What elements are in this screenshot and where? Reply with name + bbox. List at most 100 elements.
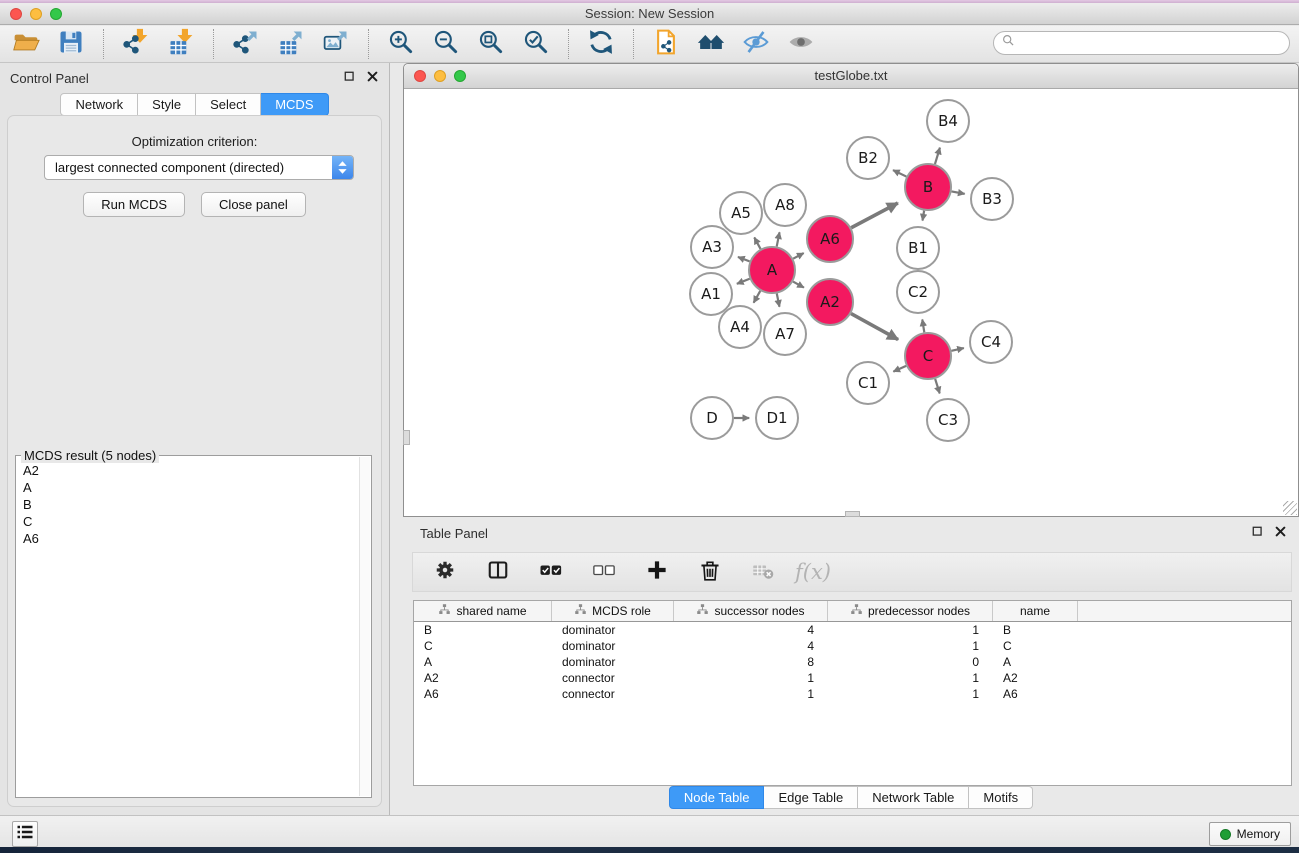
cell-predecessor-nodes[interactable]: 1 — [828, 622, 993, 638]
cell-successor-nodes[interactable]: 1 — [674, 686, 828, 702]
graph-node-A1[interactable]: A1 — [690, 273, 732, 315]
zoom-fit-button[interactable] — [475, 28, 507, 60]
float-panel-icon[interactable] — [343, 70, 356, 88]
cell-name[interactable]: A6 — [993, 686, 1078, 702]
close-panel-button[interactable]: Close panel — [201, 192, 306, 217]
edge-A-A1[interactable] — [737, 279, 750, 284]
open-file-button[interactable] — [10, 28, 42, 60]
cell-predecessor-nodes[interactable]: 1 — [828, 638, 993, 654]
result-item[interactable]: A6 — [17, 530, 358, 547]
graph-node-B1[interactable]: B1 — [897, 227, 939, 269]
cell-MCDS-role[interactable]: dominator — [552, 654, 674, 670]
graph-node-A4[interactable]: A4 — [719, 306, 761, 348]
edge-B-B2[interactable] — [893, 170, 906, 176]
tab-node-table[interactable]: Node Table — [669, 786, 765, 809]
graph-node-A8[interactable]: A8 — [764, 184, 806, 226]
left-splitter-handle[interactable] — [403, 430, 410, 445]
edge-A-A6[interactable] — [793, 253, 804, 259]
edge-C-C2[interactable] — [922, 319, 924, 332]
cell-predecessor-nodes[interactable]: 1 — [828, 670, 993, 686]
result-item[interactable]: A2 — [17, 462, 358, 479]
optimization-criterion-select[interactable]: largest connected component (directed) — [44, 155, 354, 180]
cell-MCDS-role[interactable]: dominator — [552, 622, 674, 638]
network-close-button[interactable] — [414, 70, 426, 82]
edge-B-B3[interactable] — [952, 191, 965, 193]
column-header-shared-name[interactable]: shared name — [414, 601, 552, 621]
column-header-MCDS-role[interactable]: MCDS role — [552, 601, 674, 621]
edge-C-C1[interactable] — [893, 366, 906, 372]
tab-network[interactable]: Network — [60, 93, 138, 116]
tab-select[interactable]: Select — [196, 93, 261, 116]
result-item[interactable]: A — [17, 479, 358, 496]
edge-A2-C[interactable] — [851, 314, 898, 340]
hide-panels-button[interactable] — [740, 28, 772, 60]
close-window-button[interactable] — [10, 8, 22, 20]
column-view-button[interactable] — [483, 557, 513, 587]
tab-mcds[interactable]: MCDS — [261, 93, 328, 116]
graph-node-A5[interactable]: A5 — [720, 192, 762, 234]
graph-node-A7[interactable]: A7 — [764, 313, 806, 355]
cell-shared-name[interactable]: A2 — [414, 670, 552, 686]
table-row[interactable]: A2connector11A2 — [414, 670, 1291, 686]
close-table-panel-icon[interactable] — [1274, 525, 1287, 543]
export-table-button[interactable] — [275, 28, 307, 60]
edge-A-A8[interactable] — [777, 232, 780, 246]
edge-B-B4[interactable] — [935, 148, 940, 164]
cell-MCDS-role[interactable]: connector — [552, 686, 674, 702]
cell-name[interactable]: A2 — [993, 670, 1078, 686]
edge-A6-B[interactable] — [851, 203, 898, 228]
graph-node-D1[interactable]: D1 — [756, 397, 798, 439]
minimize-window-button[interactable] — [30, 8, 42, 20]
network-graph-canvas[interactable]: B4B2BB3A5A8A6A3B1AC2A1A2A4A7C4CC1DD1C3 — [404, 89, 1298, 516]
graph-node-C2[interactable]: C2 — [897, 271, 939, 313]
edge-A-A7[interactable] — [777, 294, 780, 307]
function-builder-button[interactable]: f(x) — [795, 560, 831, 584]
graph-node-B4[interactable]: B4 — [927, 100, 969, 142]
cell-shared-name[interactable]: A — [414, 654, 552, 670]
network-minimize-button[interactable] — [434, 70, 446, 82]
table-row[interactable]: Cdominator41C — [414, 638, 1291, 654]
deselect-all-button[interactable] — [589, 557, 619, 587]
network-window-titlebar[interactable]: testGlobe.txt — [404, 64, 1298, 89]
column-header-name[interactable]: name — [993, 601, 1078, 621]
cell-predecessor-nodes[interactable]: 1 — [828, 686, 993, 702]
edge-A-A4[interactable] — [754, 291, 761, 303]
refresh-layout-button[interactable] — [585, 28, 617, 60]
export-network-button[interactable] — [230, 28, 262, 60]
cell-name[interactable]: C — [993, 638, 1078, 654]
cell-successor-nodes[interactable]: 4 — [674, 638, 828, 654]
graph-node-A[interactable]: A — [749, 247, 795, 293]
edge-A-A3[interactable] — [738, 257, 750, 261]
import-network-button[interactable] — [120, 28, 152, 60]
cell-name[interactable]: B — [993, 622, 1078, 638]
graph-node-A6[interactable]: A6 — [807, 216, 853, 262]
table-row[interactable]: Adominator80A — [414, 654, 1291, 670]
show-eye-button[interactable] — [785, 28, 817, 60]
delete-table-button[interactable] — [748, 557, 778, 587]
cell-successor-nodes[interactable]: 8 — [674, 654, 828, 670]
result-item[interactable]: B — [17, 496, 358, 513]
graph-node-C1[interactable]: C1 — [847, 362, 889, 404]
column-header-predecessor-nodes[interactable]: predecessor nodes — [828, 601, 993, 621]
edge-B-B1[interactable] — [923, 211, 925, 221]
graph-node-B2[interactable]: B2 — [847, 137, 889, 179]
tab-edge-table[interactable]: Edge Table — [764, 786, 858, 809]
graph-node-D[interactable]: D — [691, 397, 733, 439]
window-resize-grip[interactable] — [1283, 501, 1297, 515]
table-row[interactable]: Bdominator41B — [414, 622, 1291, 638]
tab-motifs[interactable]: Motifs — [969, 786, 1033, 809]
export-image-button[interactable] — [320, 28, 352, 60]
edge-A-A5[interactable] — [754, 237, 760, 248]
tab-style[interactable]: Style — [138, 93, 196, 116]
search-field[interactable] — [993, 31, 1290, 55]
search-input[interactable] — [1020, 36, 1281, 51]
float-table-panel-icon[interactable] — [1251, 525, 1264, 543]
cell-shared-name[interactable]: C — [414, 638, 552, 654]
result-item[interactable]: C — [17, 513, 358, 530]
edge-C-C4[interactable] — [951, 348, 963, 351]
result-scrollbar[interactable] — [359, 457, 370, 796]
cell-name[interactable]: A — [993, 654, 1078, 670]
graph-node-A2[interactable]: A2 — [807, 279, 853, 325]
cell-predecessor-nodes[interactable]: 0 — [828, 654, 993, 670]
save-session-button[interactable] — [55, 28, 87, 60]
